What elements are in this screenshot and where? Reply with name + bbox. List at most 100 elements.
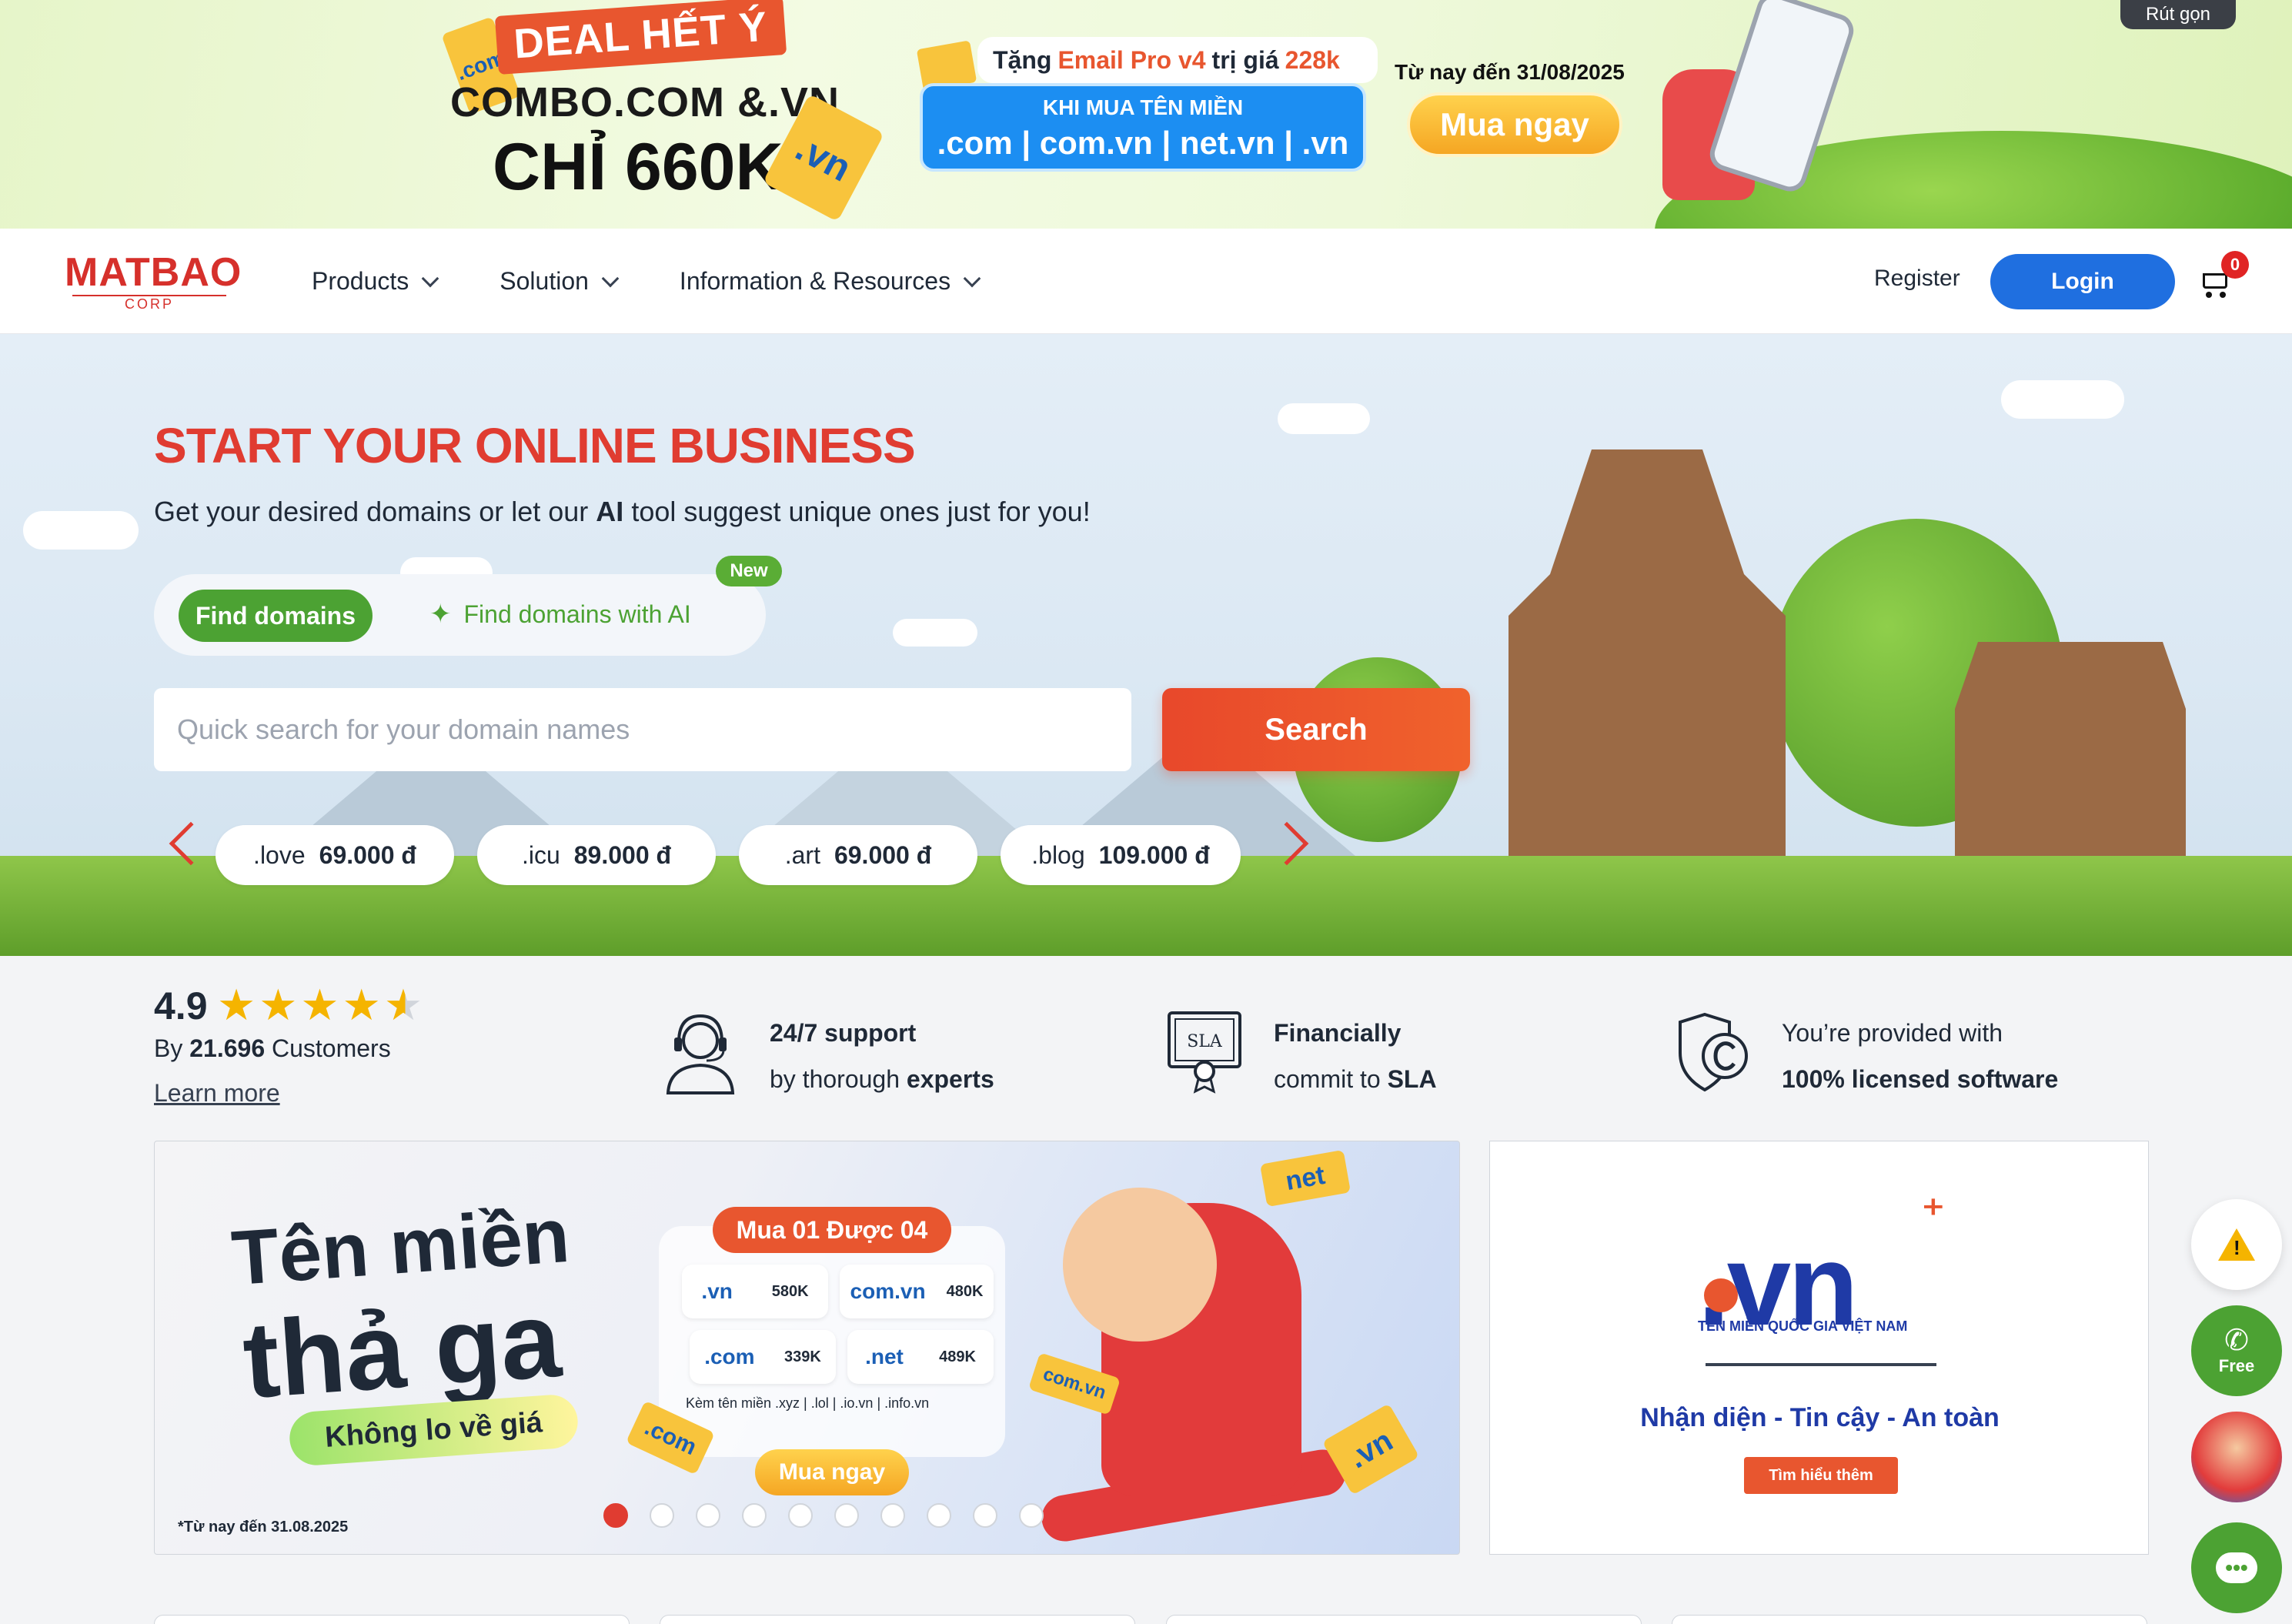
cart-wheel (2220, 292, 2226, 298)
star-icon: ★ (217, 981, 256, 1029)
chevron-down-icon (601, 269, 620, 287)
star-icon: ★ (342, 981, 381, 1029)
chevron-down-icon (421, 269, 439, 287)
tld-price-pill[interactable]: .art 69.000 đ (739, 825, 977, 885)
tab-find-domains-ai[interactable]: ✦ Find domains with AI (429, 599, 691, 630)
chat-button[interactable]: ••• (2191, 1522, 2282, 1613)
slide-footnote: Kèm tên miền .xyz | .lol | .io.vn | .inf… (686, 1395, 930, 1411)
hero-section: START YOUR ONLINE BUSINESS Get your desi… (0, 334, 2292, 956)
feature-sla: SLA Financially commit to SLA (1166, 1010, 1437, 1102)
combo-price: CHỈ 660K (493, 130, 783, 204)
feature-desc-bold: SLA (1387, 1065, 1437, 1093)
slide-price-tag: com.vn 480K (840, 1265, 994, 1318)
gift-value: 228k (1285, 45, 1340, 74)
tab-ai-label: Find domains with AI (463, 600, 691, 628)
domain-offer-box: KHI MUA TÊN MIỀN .com | com.vn | net.vn … (920, 83, 1366, 172)
logo-wordmark: MATBAO (65, 250, 242, 295)
collapse-banner-button[interactable]: Rút gọn (2120, 0, 2236, 29)
free-call-button[interactable]: ✆ Free (2191, 1305, 2282, 1396)
tld-price: 69.000 đ (319, 840, 416, 869)
trust-stats: 4.9 ★ ★ ★ ★ ★ By 21.696 Customers Learn … (0, 956, 2292, 1141)
slider-dot[interactable] (880, 1503, 905, 1528)
vn-learn-more-button[interactable]: Tìm hiểu thêm (1744, 1457, 1898, 1494)
promo-date: Từ nay đến 31/08/2025 (1395, 60, 1625, 84)
vn-slogan: Nhận diện - Tin cậy - An toàn (1640, 1403, 2000, 1432)
temple-illustration (1955, 642, 2186, 865)
mascot-avatar-button[interactable] (2191, 1412, 2282, 1502)
search-mode-tabs: Find domains ✦ Find domains with AI (154, 574, 766, 656)
domain-search-input[interactable] (154, 688, 1131, 771)
login-button[interactable]: Login (1990, 254, 2175, 309)
cart-count-badge: 0 (2221, 251, 2249, 279)
slide-price-amount: 489K (939, 1348, 976, 1365)
customers-prefix: By (154, 1034, 183, 1062)
nav-products-label: Products (312, 267, 409, 295)
warning-widget-button[interactable]: ! (2191, 1199, 2282, 1290)
tld-name: .icu (521, 840, 560, 869)
slider-dots (603, 1503, 1065, 1528)
sla-certificate-icon: SLA (1168, 1011, 1241, 1094)
tld-price-pill[interactable]: .love 69.000 đ (216, 825, 454, 885)
rating-stars: ★ ★ ★ ★ ★ (217, 984, 426, 1027)
customer-count: By 21.696 Customers (154, 1034, 391, 1063)
customers-suffix: Customers (272, 1034, 391, 1062)
vn-domain-card[interactable]: .vn ⁺ TÊN MIỀN QUỐC GIA VIỆT NAM Nhận di… (1489, 1141, 2149, 1555)
gift-prefix: Tặng (993, 45, 1052, 74)
temple-illustration (1509, 449, 1786, 865)
slide-price-tag: .net 489K (847, 1330, 994, 1384)
slide-buy-now-button[interactable]: Mua ngay (755, 1449, 909, 1495)
feature-title: Financially (1274, 1019, 1402, 1047)
slider-dot[interactable] (742, 1503, 767, 1528)
slider-dot[interactable] (696, 1503, 720, 1528)
register-link[interactable]: Register (1874, 266, 1960, 292)
tld-name: .art (784, 840, 820, 869)
svg-text:SLA: SLA (1187, 1032, 1223, 1051)
slider-dot[interactable] (973, 1503, 997, 1528)
tld-price: 89.000 đ (573, 840, 672, 869)
matbao-logo[interactable]: MATBAO CORP (65, 252, 249, 313)
bottom-card (1166, 1615, 1642, 1624)
vn-logo-plus-icon: ⁺ (1921, 1188, 1946, 1240)
shield-copyright-icon (1679, 1012, 1748, 1092)
nav-solution-label: Solution (499, 267, 589, 295)
promo-slider[interactable]: Tên miền thả ga Không lo về giá Mua 01 Đ… (154, 1141, 1460, 1555)
search-button[interactable]: Search (1162, 688, 1470, 771)
feature-title: 24/7 support (770, 1019, 917, 1047)
feature-license: You’re provided with 100% licensed softw… (1674, 1010, 2058, 1102)
site-header: MATBAO CORP Products Solution Informatio… (0, 229, 2292, 334)
free-call-label: Free (2218, 1356, 2255, 1375)
gift-suffix: trị giá (1211, 45, 1279, 74)
slider-dot[interactable] (1019, 1503, 1044, 1528)
tld-price-pill[interactable]: .blog 109.000 đ (1001, 825, 1241, 885)
tab-find-domains[interactable]: Find domains (179, 590, 373, 642)
slider-dot[interactable] (788, 1503, 813, 1528)
slide-price-amount: 480K (946, 1282, 984, 1300)
combo-headline: COMBO.COM &.VN (450, 79, 840, 125)
domain-list: .com | com.vn | net.vn | .vn (937, 125, 1349, 161)
slider-dot[interactable] (650, 1503, 674, 1528)
slide-price-tld: com.vn (850, 1279, 926, 1303)
promo-buy-now-button[interactable]: Mua ngay (1407, 92, 1622, 157)
slider-dot[interactable] (603, 1503, 628, 1528)
tld-price: 109.000 đ (1098, 840, 1210, 869)
headset-icon (666, 1014, 735, 1094)
nav-solution[interactable]: Solution (499, 267, 620, 296)
feature-sla-text: Financially commit to SLA (1274, 1010, 1437, 1102)
hero-subtitle-start: Get your desired domains or let our (154, 496, 589, 527)
feature-desc-bold: experts (906, 1065, 994, 1093)
tld-price-pill[interactable]: .icu 89.000 đ (477, 825, 716, 885)
cart-basket-shape (2203, 273, 2227, 289)
slider-dot[interactable] (927, 1503, 951, 1528)
gift-line: Tặng Email Pro v4 trị giá 228k (977, 37, 1378, 83)
nav-products[interactable]: Products (312, 267, 439, 296)
promo-banner[interactable]: .com DEAL HẾT Ý COMBO.COM &.VN CHỈ 660K … (0, 0, 2292, 229)
warning-icon: ! (2218, 1228, 2255, 1261)
tld-name: .love (253, 840, 306, 869)
tld-name: .blog (1031, 840, 1085, 869)
chevron-down-icon (963, 269, 981, 287)
mascot-head-illustration (1063, 1188, 1217, 1342)
slider-dot[interactable] (834, 1503, 859, 1528)
customers-number: 21.696 (189, 1034, 266, 1062)
learn-more-link[interactable]: Learn more (154, 1079, 280, 1108)
nav-information-resources[interactable]: Information & Resources (680, 267, 981, 296)
